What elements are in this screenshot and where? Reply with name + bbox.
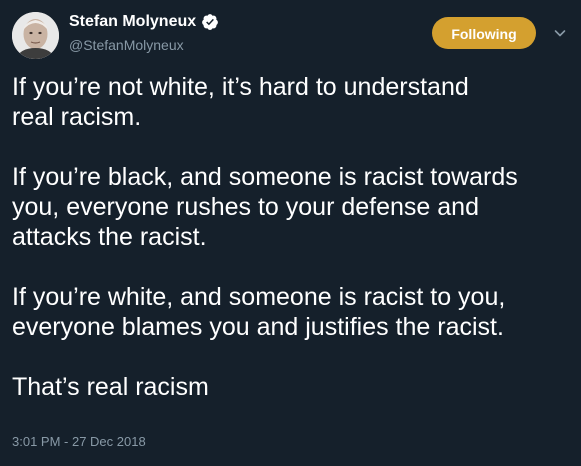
tweet-text: If you’re not white, it’s hard to unders… (12, 72, 574, 402)
avatar-photo-icon (12, 12, 59, 59)
author-name-row: Stefan Molyneux (69, 12, 219, 32)
following-button[interactable]: Following (432, 17, 536, 49)
tweet-timestamp[interactable]: 3:01 PM - 27 Dec 2018 (12, 434, 146, 450)
verified-badge-icon (201, 13, 219, 31)
tweet-card: Stefan Molyneux @StefanMolyneux Followin… (0, 0, 581, 466)
avatar[interactable] (12, 12, 59, 59)
tweet-paragraph: That’s real racism (12, 373, 209, 401)
chevron-down-icon[interactable] (553, 26, 567, 40)
author-handle[interactable]: @StefanMolyneux (69, 36, 184, 54)
tweet-paragraph: If you’re black, and someone is racist t… (12, 163, 518, 251)
tweet-paragraph: If you’re not white, it’s hard to unders… (12, 73, 469, 131)
author-display-name[interactable]: Stefan Molyneux (69, 12, 196, 32)
tweet-paragraph: If you’re white, and someone is racist t… (12, 283, 506, 341)
